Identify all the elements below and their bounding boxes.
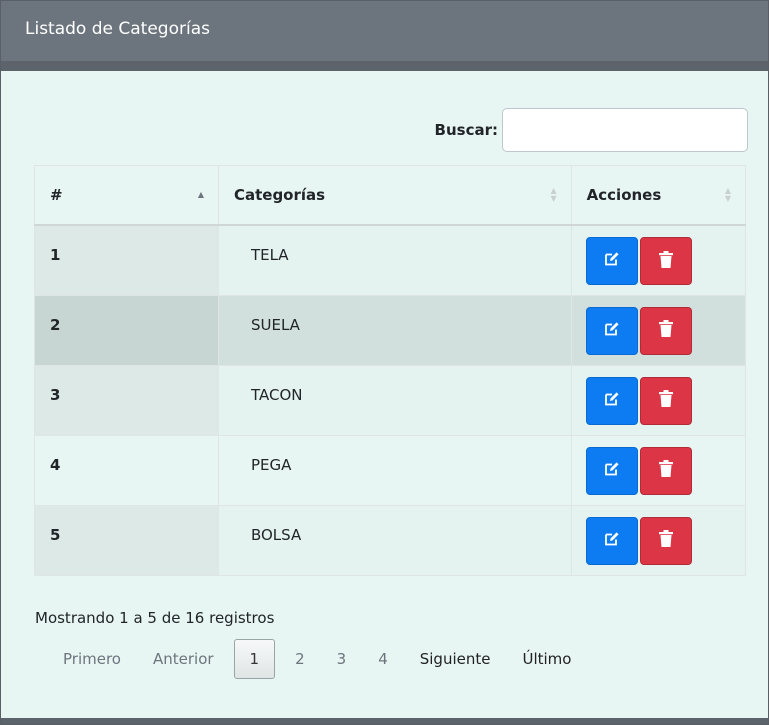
edit-button[interactable]	[585, 306, 638, 355]
table-row: 5 BOLSA	[34, 504, 747, 576]
column-header-actions[interactable]: Acciones ▲ ▼	[570, 165, 747, 226]
edit-button[interactable]	[585, 376, 638, 425]
categories-table: # ▲ Categorías ▲ ▼ Acciones ▲ ▼ 1 TELA 2 SUEL…	[34, 165, 747, 576]
edit-icon	[604, 251, 620, 271]
row-actions	[570, 224, 747, 296]
trash-icon	[658, 390, 673, 411]
categories-card: Listado de Categorías Buscar: # ▲ Catego…	[0, 0, 769, 725]
row-number: 4	[34, 434, 219, 506]
pagination: Primero Anterior 1 2 3 4 Siguiente Últim…	[47, 639, 587, 679]
pagination-next[interactable]: Siguiente	[404, 639, 507, 679]
column-header-label: Acciones	[586, 186, 662, 204]
row-actions	[570, 294, 747, 366]
edit-icon	[604, 321, 620, 341]
trash-icon	[658, 250, 673, 272]
trash-icon	[658, 530, 673, 551]
pagination-last[interactable]: Último	[506, 639, 587, 679]
table-row: 1 TELA	[34, 224, 747, 296]
row-category: TACON	[217, 364, 572, 436]
row-actions	[570, 434, 747, 506]
delete-button[interactable]	[639, 306, 692, 355]
edit-button[interactable]	[585, 516, 638, 565]
sort-icon: ▲	[197, 190, 204, 199]
row-number: 3	[34, 364, 219, 436]
table-row: 3 TACON	[34, 364, 747, 436]
trash-icon	[658, 320, 673, 341]
page-title: Listado de Categorías	[25, 19, 210, 39]
trash-icon	[658, 460, 673, 481]
edit-icon	[604, 531, 620, 551]
row-number: 2	[34, 294, 219, 366]
sort-icon: ▲ ▼	[550, 186, 557, 203]
row-actions	[570, 364, 747, 436]
edit-icon	[604, 391, 620, 411]
column-header-label: Categorías	[233, 186, 326, 204]
column-header-number[interactable]: # ▲	[34, 165, 219, 226]
edit-icon	[604, 461, 620, 481]
row-actions	[570, 504, 747, 576]
row-category: BOLSA	[217, 504, 572, 576]
edit-button[interactable]	[585, 446, 638, 495]
search-row: Buscar:	[435, 108, 748, 152]
pagination-page-4[interactable]: 4	[362, 639, 404, 679]
delete-button[interactable]	[639, 237, 692, 285]
row-category: PEGA	[217, 434, 572, 506]
delete-button[interactable]	[639, 446, 692, 495]
column-header-label: #	[50, 186, 63, 204]
row-category: TELA	[217, 224, 572, 296]
table-row: 2 SUELA	[34, 294, 747, 366]
bottom-bar	[1, 718, 768, 724]
card-header: Listado de Categorías	[1, 1, 768, 71]
row-number: 5	[34, 504, 219, 576]
delete-button[interactable]	[639, 376, 692, 425]
pagination-page-2[interactable]: 2	[279, 639, 321, 679]
column-header-category[interactable]: Categorías ▲ ▼	[217, 165, 572, 226]
pagination-page-1[interactable]: 1	[233, 639, 276, 679]
edit-button[interactable]	[585, 237, 638, 285]
search-input[interactable]	[502, 108, 748, 152]
delete-button[interactable]	[639, 516, 692, 565]
pagination-page-3[interactable]: 3	[321, 639, 363, 679]
row-category: SUELA	[217, 294, 572, 366]
pagination-first[interactable]: Primero	[47, 639, 137, 679]
table-info: Mostrando 1 a 5 de 16 registros	[35, 609, 275, 627]
table-row: 4 PEGA	[34, 434, 747, 506]
table-header-row: # ▲ Categorías ▲ ▼ Acciones ▲ ▼	[34, 165, 747, 226]
pagination-previous[interactable]: Anterior	[137, 639, 230, 679]
table-body: 1 TELA 2 SUELA 3 TACON 4 PEGA 5 BOLSA	[34, 224, 747, 576]
search-label: Buscar:	[434, 121, 498, 139]
sort-icon: ▲ ▼	[724, 186, 731, 203]
row-number: 1	[34, 224, 219, 296]
